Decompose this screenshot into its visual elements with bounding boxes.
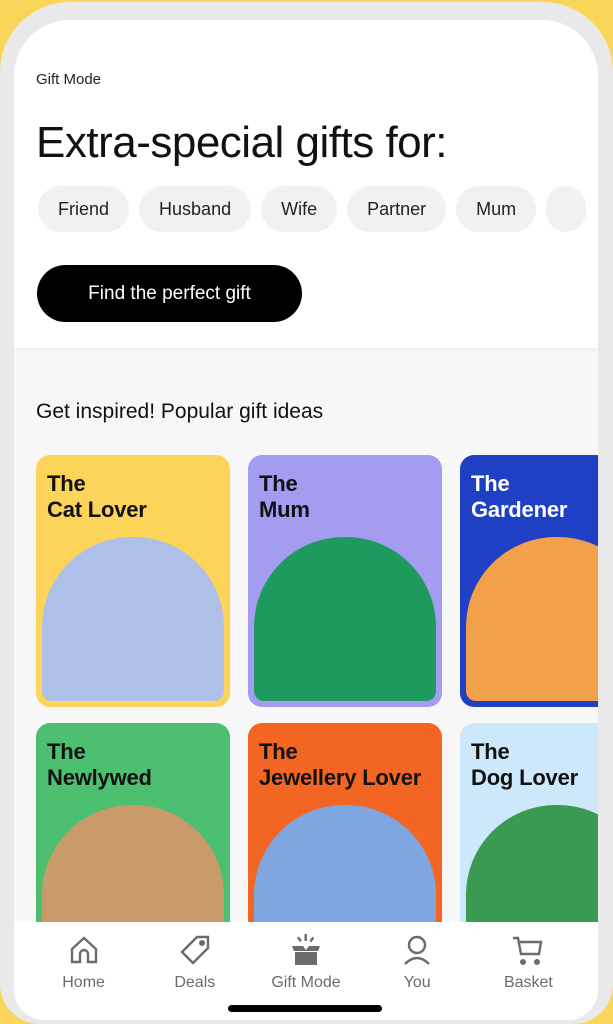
tag-icon	[180, 935, 209, 965]
card-image	[42, 537, 224, 701]
nav-label: Home	[62, 974, 105, 991]
gift-mode-header: Gift Mode Extra-special gifts for: Frien…	[14, 20, 598, 348]
home-icon	[70, 936, 97, 964]
nav-basket[interactable]: Basket	[473, 922, 584, 1020]
gift-idea-card[interactable]: The Cat Lover	[36, 455, 230, 707]
gift-idea-card[interactable]: The Gardener	[460, 455, 598, 707]
home-indicator	[228, 1005, 382, 1012]
find-perfect-gift-button[interactable]: Find the perfect gift	[37, 265, 302, 322]
nav-home[interactable]: Home	[28, 922, 139, 1020]
chip-mum[interactable]: Mum	[456, 186, 537, 232]
card-title: The Cat Lover	[47, 471, 147, 522]
cart-icon	[513, 936, 543, 966]
chip-friend[interactable]: Friend	[38, 186, 130, 232]
page-eyebrow: Gift Mode	[36, 71, 102, 88]
gift-idea-card[interactable]: The Mum	[248, 455, 442, 707]
screen: Gift Mode Extra-special gifts for: Frien…	[14, 20, 598, 1020]
chip-partner[interactable]: Partner	[347, 186, 447, 232]
card-title: The Mum	[259, 471, 310, 522]
card-title: The Gardener	[471, 471, 568, 522]
chip-wife[interactable]: Wife	[261, 186, 338, 232]
gift-box-icon	[292, 934, 320, 965]
nav-label: Gift Mode	[271, 974, 341, 991]
page-title: Extra-special gifts for:	[36, 118, 448, 167]
chip-more[interactable]	[546, 186, 587, 232]
card-image	[254, 537, 436, 701]
recipient-chips: Friend Husband Wife Partner Mum	[38, 186, 587, 232]
nav-label: You	[403, 974, 431, 991]
chip-husband[interactable]: Husband	[139, 186, 252, 232]
section-title: Get inspired! Popular gift ideas	[36, 400, 324, 423]
card-title: The Jewellery Lover	[259, 739, 422, 790]
card-image	[466, 537, 598, 701]
card-title: The Dog Lover	[471, 739, 578, 790]
nav-label: Deals	[174, 974, 216, 991]
user-icon	[404, 935, 431, 965]
nav-label: Basket	[503, 974, 553, 991]
card-title: The Newlywed	[47, 739, 152, 790]
